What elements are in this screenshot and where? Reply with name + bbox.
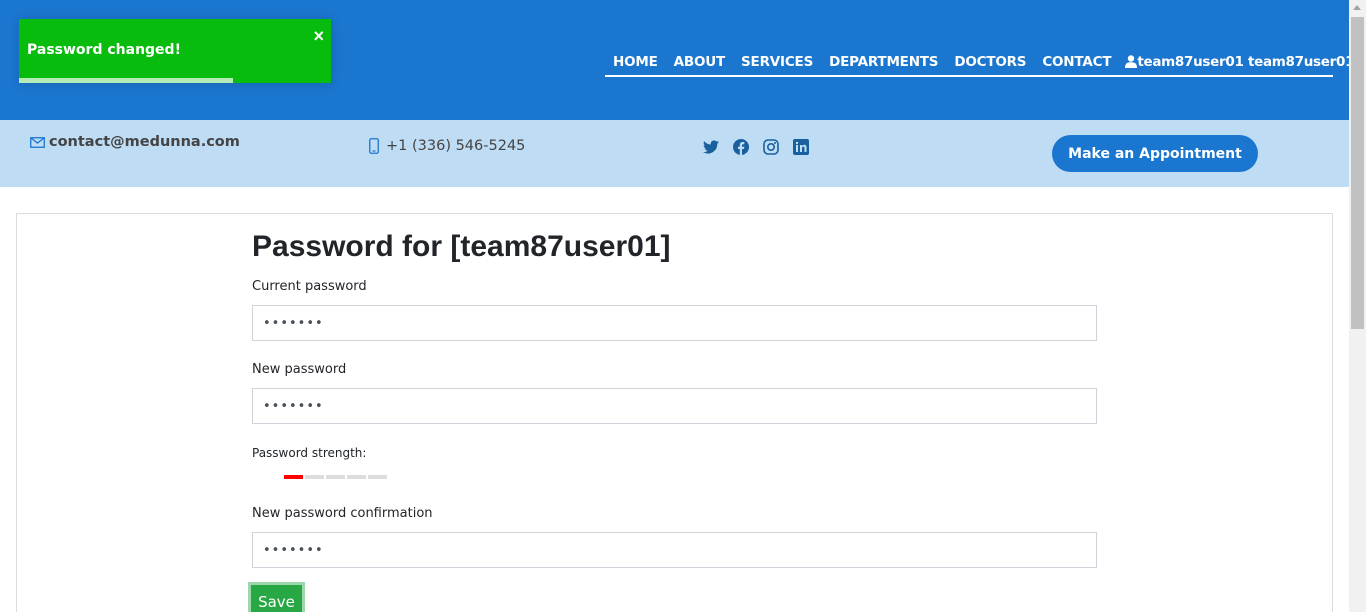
vertical-scrollbar[interactable] [1349,0,1366,612]
page-title: Password for [team87user01] [252,230,671,263]
strength-segment [368,475,387,479]
new-password-label: New password [252,362,347,377]
new-password-field[interactable]: ••••••• [252,388,1097,424]
main-nav: HOME ABOUT SERVICES DEPARTMENTS DOCTORS … [605,48,1366,77]
phone-text: +1 (336) 546-5245 [386,138,526,154]
linkedin-icon[interactable] [793,139,809,155]
nav-contact[interactable]: CONTACT [1042,54,1111,70]
contact-email[interactable]: contact@medunna.com [30,134,240,150]
save-button[interactable]: Save [251,585,302,612]
instagram-icon[interactable] [763,139,779,155]
social-links [703,139,809,155]
scroll-up-arrow-icon[interactable] [1353,5,1361,10]
nav-about[interactable]: ABOUT [674,54,726,70]
user-menu-dropdown[interactable]: team87user01 team87user01 [1125,54,1366,70]
nav-home[interactable]: HOME [613,54,658,70]
nav-services[interactable]: SERVICES [741,54,813,70]
strength-segment [305,475,324,479]
strength-segment [284,475,303,479]
facebook-icon[interactable] [733,139,749,155]
password-strength-bar [284,475,387,479]
make-appointment-button[interactable]: Make an Appointment [1052,135,1258,172]
confirm-password-label: New password confirmation [252,506,433,521]
phone-icon [369,138,379,154]
current-password-label: Current password [252,279,367,294]
contact-bar: contact@medunna.com +1 (336) 546-5245 Ma… [0,120,1349,187]
strength-segment [326,475,345,479]
toast-message: Password changed! [27,42,181,58]
twitter-icon[interactable] [703,139,719,155]
current-password-field[interactable]: ••••••• [252,305,1097,341]
email-text: contact@medunna.com [49,134,240,150]
nav-departments[interactable]: DEPARTMENTS [829,54,938,70]
user-icon [1125,55,1138,68]
scrollbar-thumb[interactable] [1351,17,1364,329]
nav-doctors[interactable]: DOCTORS [954,54,1026,70]
envelope-icon [30,136,45,148]
toast-progress-bar [19,78,233,83]
strength-segment [347,475,366,479]
confirm-password-field[interactable]: ••••••• [252,532,1097,568]
close-icon[interactable]: × [313,27,324,45]
success-toast: Password changed! × [19,19,331,83]
password-strength-label: Password strength: [252,446,367,460]
user-menu-label: team87user01 team87user01 [1137,53,1355,70]
contact-phone[interactable]: +1 (336) 546-5245 [369,138,525,154]
